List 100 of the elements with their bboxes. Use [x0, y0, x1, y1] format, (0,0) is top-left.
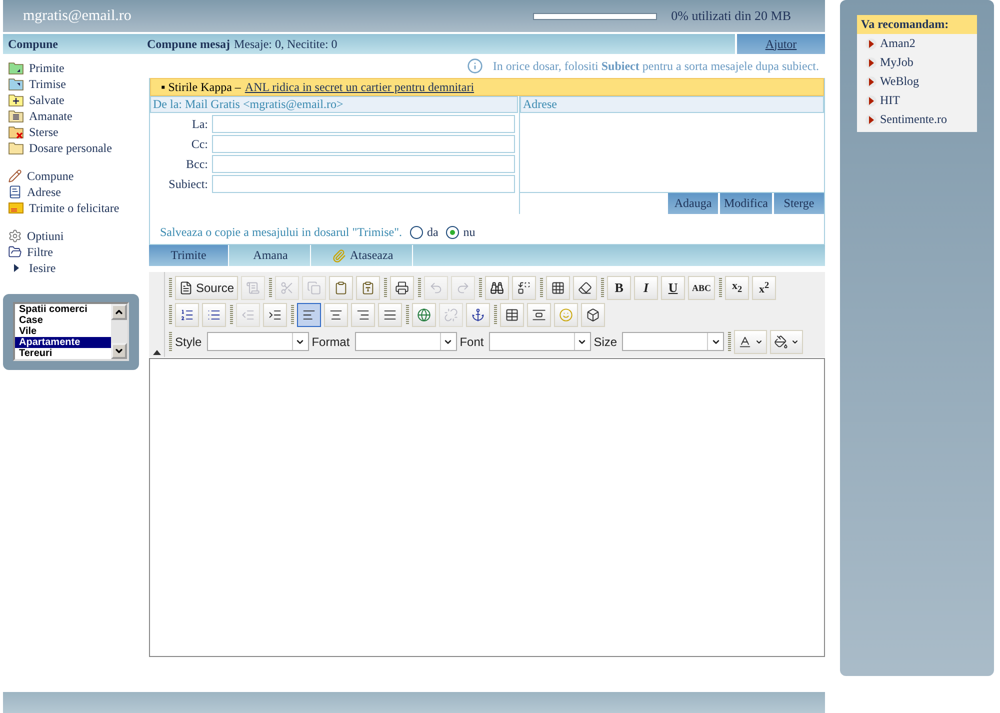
eraser-icon [578, 280, 592, 294]
field-label: La: [191, 116, 208, 132]
scroll-down-button[interactable] [111, 343, 127, 359]
recommend-link[interactable]: Sentimente.ro [857, 110, 977, 129]
horizontal-rule-icon [532, 308, 546, 322]
document-icon [246, 280, 260, 294]
script-button[interactable]: x$_{2}$ [725, 276, 750, 300]
input-field[interactable] [212, 155, 515, 173]
grid-icon [551, 280, 566, 294]
page-title: Compune mesaj [147, 36, 230, 52]
folder-icon [8, 141, 24, 155]
tip-text: In orice dosar, folositi Subiect pentru a sorta mesajele dupa subiect. [492, 58, 819, 74]
italic-button[interactable]: I [634, 276, 658, 300]
list-option[interactable]: Apartamente [15, 337, 111, 348]
sidebar-item[interactable]: Compune [8, 168, 147, 184]
sidebar-item[interactable]: Trimite o felicitare [8, 200, 147, 216]
folder-icon [8, 125, 24, 139]
indent-icon [268, 308, 282, 322]
dropdown-field[interactable] [488, 332, 591, 351]
sidebar-item[interactable]: Adrese [8, 184, 147, 200]
clipboard-icon [334, 280, 348, 294]
input-field[interactable] [212, 115, 515, 133]
info-icon [466, 58, 483, 74]
address-button[interactable]: Modifica [720, 193, 772, 214]
sidebar-item[interactable]: Sterse [8, 124, 147, 140]
underline-button[interactable]: U [661, 276, 686, 300]
sidebar-item[interactable]: Filtre [8, 244, 147, 260]
strike-button[interactable]: ABC [688, 276, 716, 300]
list-option[interactable]: Spatii comerci [15, 304, 111, 315]
align-left-icon [302, 308, 316, 322]
news-source: ▪ Stirile Kappa – [161, 80, 241, 94]
folders-icon [8, 245, 22, 259]
section-title: Compune [7, 36, 60, 52]
list-option[interactable]: Tereuri [15, 348, 111, 359]
replace-icon [517, 280, 532, 294]
quota-text: 0% utilizati din 20 MB [671, 8, 791, 24]
sidebar-item[interactable]: Iesire [8, 260, 147, 276]
account-email: mgratis@email.ro [23, 8, 132, 24]
address-button[interactable]: Adauga [668, 193, 718, 214]
smiley-icon [559, 308, 573, 322]
binoculars-icon [490, 280, 504, 294]
sidebar-item[interactable]: Amanate [8, 108, 147, 124]
recommend-link[interactable]: HIT [857, 91, 977, 110]
printer-icon [395, 280, 410, 294]
radio-label: da [426, 225, 438, 240]
scissors-icon [280, 280, 294, 294]
recommend-link[interactable]: Aman2 [857, 34, 977, 53]
sidebar-item[interactable]: Salvate [8, 92, 147, 108]
news-link[interactable]: ANL ridica in secret un cartier pentru demnitari [244, 80, 474, 94]
gear-icon [8, 229, 22, 243]
radio-label: nu [463, 225, 476, 240]
bold-button[interactable]: B [607, 276, 632, 300]
align-center-icon [329, 308, 343, 322]
align-right-icon [356, 308, 370, 322]
address-button[interactable]: Sterge [774, 193, 824, 214]
tab[interactable]: Trimite [149, 245, 229, 266]
message-counts: Mesaje: 0, Necitite: 0 [234, 36, 338, 52]
input-field[interactable] [212, 135, 515, 153]
recommend-link[interactable]: WeBlog [857, 72, 977, 91]
toolbar-button[interactable] [297, 302, 321, 326]
clipboard-text-icon [361, 280, 376, 294]
dropdown-field[interactable] [622, 332, 724, 351]
sidebar-item[interactable]: Optiuni [8, 228, 147, 244]
outdent-icon [241, 308, 255, 322]
radio-button[interactable] [446, 226, 460, 239]
globe-icon [417, 308, 431, 322]
text-color-icon [738, 334, 752, 348]
folder-icon [8, 77, 24, 91]
folder-icon [8, 109, 24, 123]
box-icon [586, 308, 600, 322]
redo-icon [456, 280, 470, 294]
document-icon [179, 280, 193, 294]
listbox[interactable]: Spatii comerci Case Vile Apartamente Tereuri [13, 302, 129, 361]
combo-label: Format [312, 334, 350, 348]
radio-button[interactable] [410, 226, 423, 239]
scroll-up-button[interactable] [111, 304, 127, 320]
combo-label: Font [460, 334, 484, 348]
anchor-icon [471, 308, 485, 322]
unlink-icon [444, 308, 458, 322]
sidebar-item[interactable]: Trimise [8, 76, 147, 92]
field-label: Cc: [190, 136, 208, 152]
numbered-list-icon [180, 308, 194, 322]
list-option[interactable]: Vile [15, 326, 111, 337]
paint-bucket-icon [774, 334, 788, 348]
sidebar-item[interactable]: Primite [8, 60, 147, 76]
paperclip-icon [332, 248, 346, 262]
dropdown-field[interactable] [354, 332, 457, 351]
input-field[interactable] [212, 175, 515, 193]
card-icon [8, 202, 24, 214]
dropdown-field[interactable] [206, 332, 309, 351]
help-link[interactable]: Ajutor [735, 34, 825, 54]
source-button[interactable]: Source [175, 276, 238, 300]
script-button[interactable]: x$^{2}$ [752, 276, 776, 300]
folder-icon [8, 61, 24, 75]
sidebar-item[interactable]: Dosare personale [8, 140, 147, 156]
caret-icon [755, 338, 764, 346]
justify-icon [383, 308, 397, 322]
collapse-icon[interactable] [152, 350, 160, 355]
recommend-link[interactable]: MyJob [857, 53, 977, 72]
list-option[interactable]: Case [15, 315, 111, 326]
